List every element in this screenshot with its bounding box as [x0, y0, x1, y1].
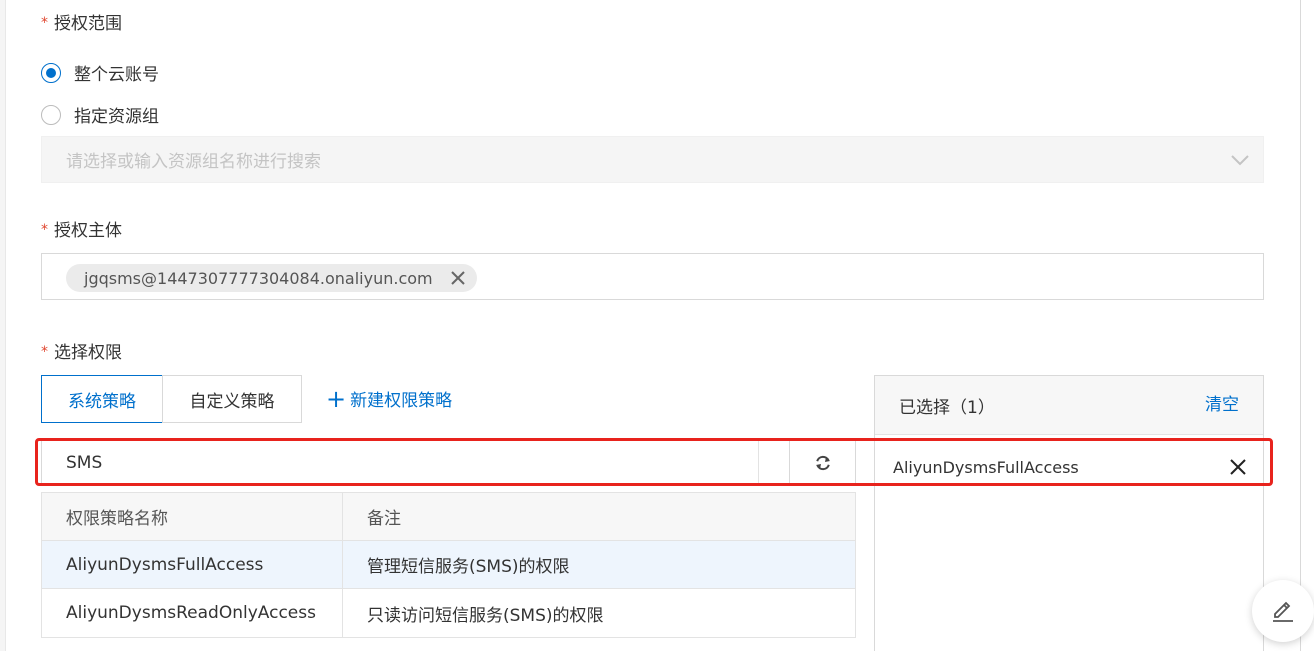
- tab-custom-policy[interactable]: 自定义策略: [162, 375, 302, 423]
- selected-policy-name: AliyunDysmsFullAccess: [893, 457, 1079, 477]
- principal-tag-text: jgqsms@1447307777304084.onaliyun.com: [84, 268, 433, 288]
- radio-whole-account[interactable]: 整个云账号: [41, 60, 159, 85]
- resource-group-select[interactable]: 请选择或输入资源组名称进行搜索: [41, 136, 1264, 183]
- principal-label: * 授权主体: [41, 221, 122, 241]
- policy-note-cell: 只读访问短信服务(SMS)的权限: [367, 605, 604, 626]
- table-row[interactable]: AliyunDysmsFullAccess 管理短信服务(SMS)的权限: [42, 541, 855, 589]
- column-header-note: 备注: [367, 509, 401, 529]
- chevron-down-icon: [1231, 155, 1249, 166]
- divider: [758, 441, 759, 484]
- required-mark: *: [41, 222, 48, 238]
- close-icon[interactable]: [449, 269, 467, 287]
- policy-search: [41, 440, 856, 485]
- selected-panel-header: 已选择（1） 清空: [875, 376, 1263, 435]
- close-icon[interactable]: [1229, 458, 1247, 476]
- refresh-icon: [816, 455, 830, 470]
- radio-button-checked[interactable]: [41, 62, 61, 83]
- policy-name-cell: AliyunDysmsReadOnlyAccess: [42, 589, 343, 637]
- right-scroll-edge[interactable]: [1300, 0, 1314, 651]
- plus-icon: +: [326, 384, 347, 413]
- required-mark: *: [41, 344, 48, 360]
- new-policy-label: 新建权限策略: [350, 391, 453, 411]
- permissions-label: * 选择权限: [41, 343, 122, 363]
- radio-label: 指定资源组: [74, 107, 159, 127]
- resource-group-placeholder: 请选择或输入资源组名称进行搜索: [66, 152, 321, 172]
- selected-count-title: 已选择（1）: [899, 397, 995, 418]
- edit-fab-button[interactable]: [1252, 580, 1314, 642]
- table-row[interactable]: AliyunDysmsReadOnlyAccess 只读访问短信服务(SMS)的…: [42, 589, 855, 637]
- radio-resource-group[interactable]: 指定资源组: [41, 102, 159, 127]
- clear-all-button[interactable]: 清空: [1205, 390, 1239, 415]
- policy-table: 权限策略名称 备注 AliyunDysmsFullAccess 管理短信服务(S…: [41, 492, 856, 638]
- scope-label: * 授权范围: [41, 14, 122, 34]
- radio-label: 整个云账号: [74, 65, 159, 85]
- edit-icon: [1273, 601, 1293, 622]
- column-header-name: 权限策略名称: [42, 493, 343, 540]
- principal-tag: jgqsms@1447307777304084.onaliyun.com: [66, 264, 477, 292]
- radio-button[interactable]: [41, 104, 61, 125]
- principal-input[interactable]: jgqsms@1447307777304084.onaliyun.com: [41, 253, 1264, 300]
- left-edge-panel: [0, 0, 6, 651]
- selected-policies-panel: 已选择（1） 清空 AliyunDysmsFullAccess: [874, 375, 1264, 651]
- required-mark: *: [41, 15, 48, 31]
- refresh-button[interactable]: [790, 441, 856, 484]
- table-header: 权限策略名称 备注: [42, 493, 855, 541]
- policy-name-cell: AliyunDysmsFullAccess: [42, 541, 343, 588]
- policy-note-cell: 管理短信服务(SMS)的权限: [367, 557, 570, 577]
- policy-search-input[interactable]: [42, 441, 758, 484]
- new-policy-link[interactable]: + 新建权限策略: [326, 384, 453, 413]
- selected-policy-item: AliyunDysmsFullAccess: [893, 456, 1247, 478]
- tab-system-policy[interactable]: 系统策略: [41, 375, 163, 423]
